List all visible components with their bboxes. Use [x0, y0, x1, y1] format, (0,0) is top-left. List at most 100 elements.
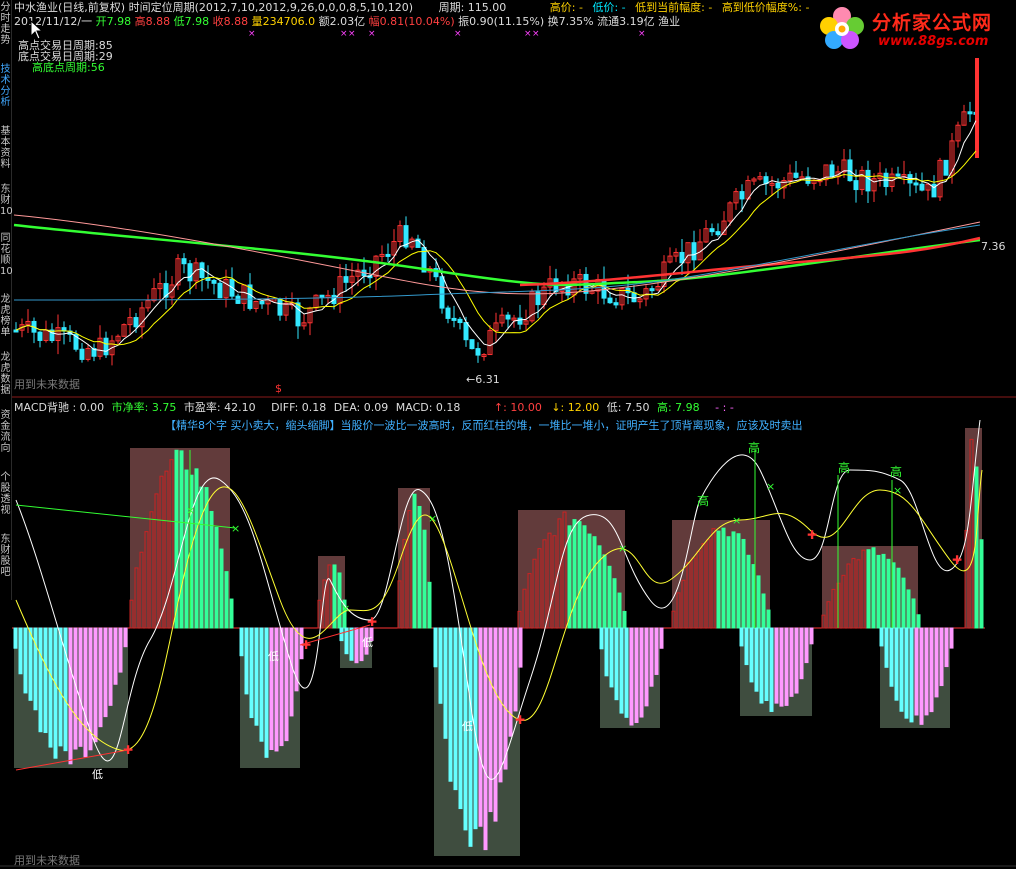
buy-cross-marker: ✚ — [515, 713, 525, 727]
candle-body — [295, 302, 301, 327]
macd-low: 低: 7.50 — [606, 401, 650, 414]
macd-bar — [43, 627, 48, 734]
macd-bar — [619, 627, 624, 714]
macd-bar — [622, 610, 627, 629]
macd-bar — [438, 627, 443, 704]
candle-body — [463, 322, 469, 341]
candle-body — [865, 169, 871, 192]
macd-bar — [592, 536, 597, 629]
macd-bar — [508, 627, 513, 737]
candle-body — [37, 331, 43, 341]
macd-bar — [876, 554, 881, 629]
sell-x-marker: × — [618, 542, 627, 555]
macd-diff: DIFF: 0.18 — [271, 401, 327, 414]
macd-bar — [764, 627, 769, 702]
macd-tip: 【精华8个字 买小卖大，缩头缩脚】当股价一波比一波高时，反而红柱的堆，一堆比一堆… — [165, 419, 803, 432]
macd-low-marker: 低 — [462, 720, 473, 733]
macd-bar — [629, 627, 634, 726]
macd-bar — [354, 627, 359, 664]
macd-bar — [731, 531, 736, 629]
last-candle — [975, 58, 979, 158]
candle-body — [235, 295, 241, 304]
candle-body — [475, 348, 481, 356]
candle-body — [469, 339, 475, 350]
candle-body — [739, 191, 745, 200]
signal-marker: × — [524, 29, 532, 39]
macd-bar — [337, 572, 342, 629]
macd-bar — [53, 627, 58, 759]
macd-high-marker: 高 — [890, 464, 902, 479]
macd-bar — [48, 627, 53, 748]
macd-bar — [68, 627, 73, 765]
candle-body — [943, 159, 949, 176]
macd-bar — [214, 526, 219, 629]
macd-high-marker: 高 — [748, 440, 760, 455]
macd-bar — [289, 627, 294, 717]
macd-bar — [254, 627, 259, 726]
macd-bar — [881, 553, 886, 629]
macd-bar — [422, 529, 427, 629]
candle-body — [829, 164, 835, 178]
macd-bar — [761, 593, 766, 629]
price-footer-note: 用到未来数据 — [14, 378, 80, 391]
macd-bar — [716, 530, 721, 629]
macd-bar — [488, 627, 493, 813]
macd-bar — [577, 521, 582, 629]
candle-body — [211, 279, 217, 284]
candle-body — [517, 317, 523, 325]
buy-cross-marker: ✚ — [952, 553, 962, 567]
candle-body — [967, 111, 973, 115]
candle-body — [709, 228, 715, 233]
macd-bar — [911, 598, 916, 629]
macd-bar — [914, 627, 919, 716]
macd-bar — [123, 627, 128, 648]
macd-bar — [939, 627, 944, 687]
candle-body — [793, 172, 799, 178]
candle-body — [259, 300, 265, 305]
macd-dashes: - : - — [715, 401, 734, 414]
macd-bar — [513, 627, 518, 712]
ma-long-red — [519, 236, 981, 287]
buy-cross-marker: ✚ — [807, 528, 817, 542]
sell-x-marker: × — [341, 602, 350, 615]
candle-body — [103, 337, 109, 356]
candle-body — [445, 307, 451, 319]
buy-cross-marker: ✚ — [301, 638, 311, 652]
macd-bar — [93, 627, 98, 743]
macd-bar — [269, 627, 274, 751]
macd-low-marker: 低 — [268, 650, 279, 663]
macd-bar — [448, 627, 453, 782]
chart-canvas[interactable]: × × × × × × × ×$高高高 高低低低低✚✚✚✚✚✚××××××× × — [0, 0, 1016, 869]
candle-body — [913, 182, 919, 186]
macd-bar — [871, 547, 876, 629]
macd-title: MACD背驰 : 0.00 — [14, 401, 105, 414]
macd-bar — [443, 627, 448, 739]
candle-body — [343, 276, 349, 283]
macd-bar — [498, 627, 503, 783]
buy-cross-marker: ✚ — [367, 615, 377, 629]
macd-bar — [23, 627, 28, 694]
macd-bar — [599, 627, 604, 650]
macd-bar — [879, 627, 884, 647]
macd-net-rate: 市净率: 3.75 — [111, 401, 177, 414]
macd-bar — [259, 627, 264, 742]
candle-body — [895, 173, 901, 177]
macd-bar — [572, 519, 577, 629]
macd-bar — [229, 598, 234, 629]
macd-bar — [804, 627, 809, 664]
macd-bar — [209, 510, 214, 629]
signal-marker: × — [368, 29, 376, 39]
macd-bar — [264, 627, 269, 758]
macd-bar — [766, 609, 771, 629]
macd-bar — [483, 627, 488, 851]
macd-bar — [78, 627, 83, 747]
macd-bar — [889, 627, 894, 687]
macd-bar — [784, 627, 789, 706]
macd-bar — [916, 614, 921, 629]
candle-body — [385, 253, 391, 257]
macd-bar — [746, 554, 751, 629]
signal-marker: × — [348, 29, 356, 39]
macd-bar — [609, 627, 614, 688]
candle-body — [691, 242, 697, 261]
candle-body — [457, 318, 463, 324]
